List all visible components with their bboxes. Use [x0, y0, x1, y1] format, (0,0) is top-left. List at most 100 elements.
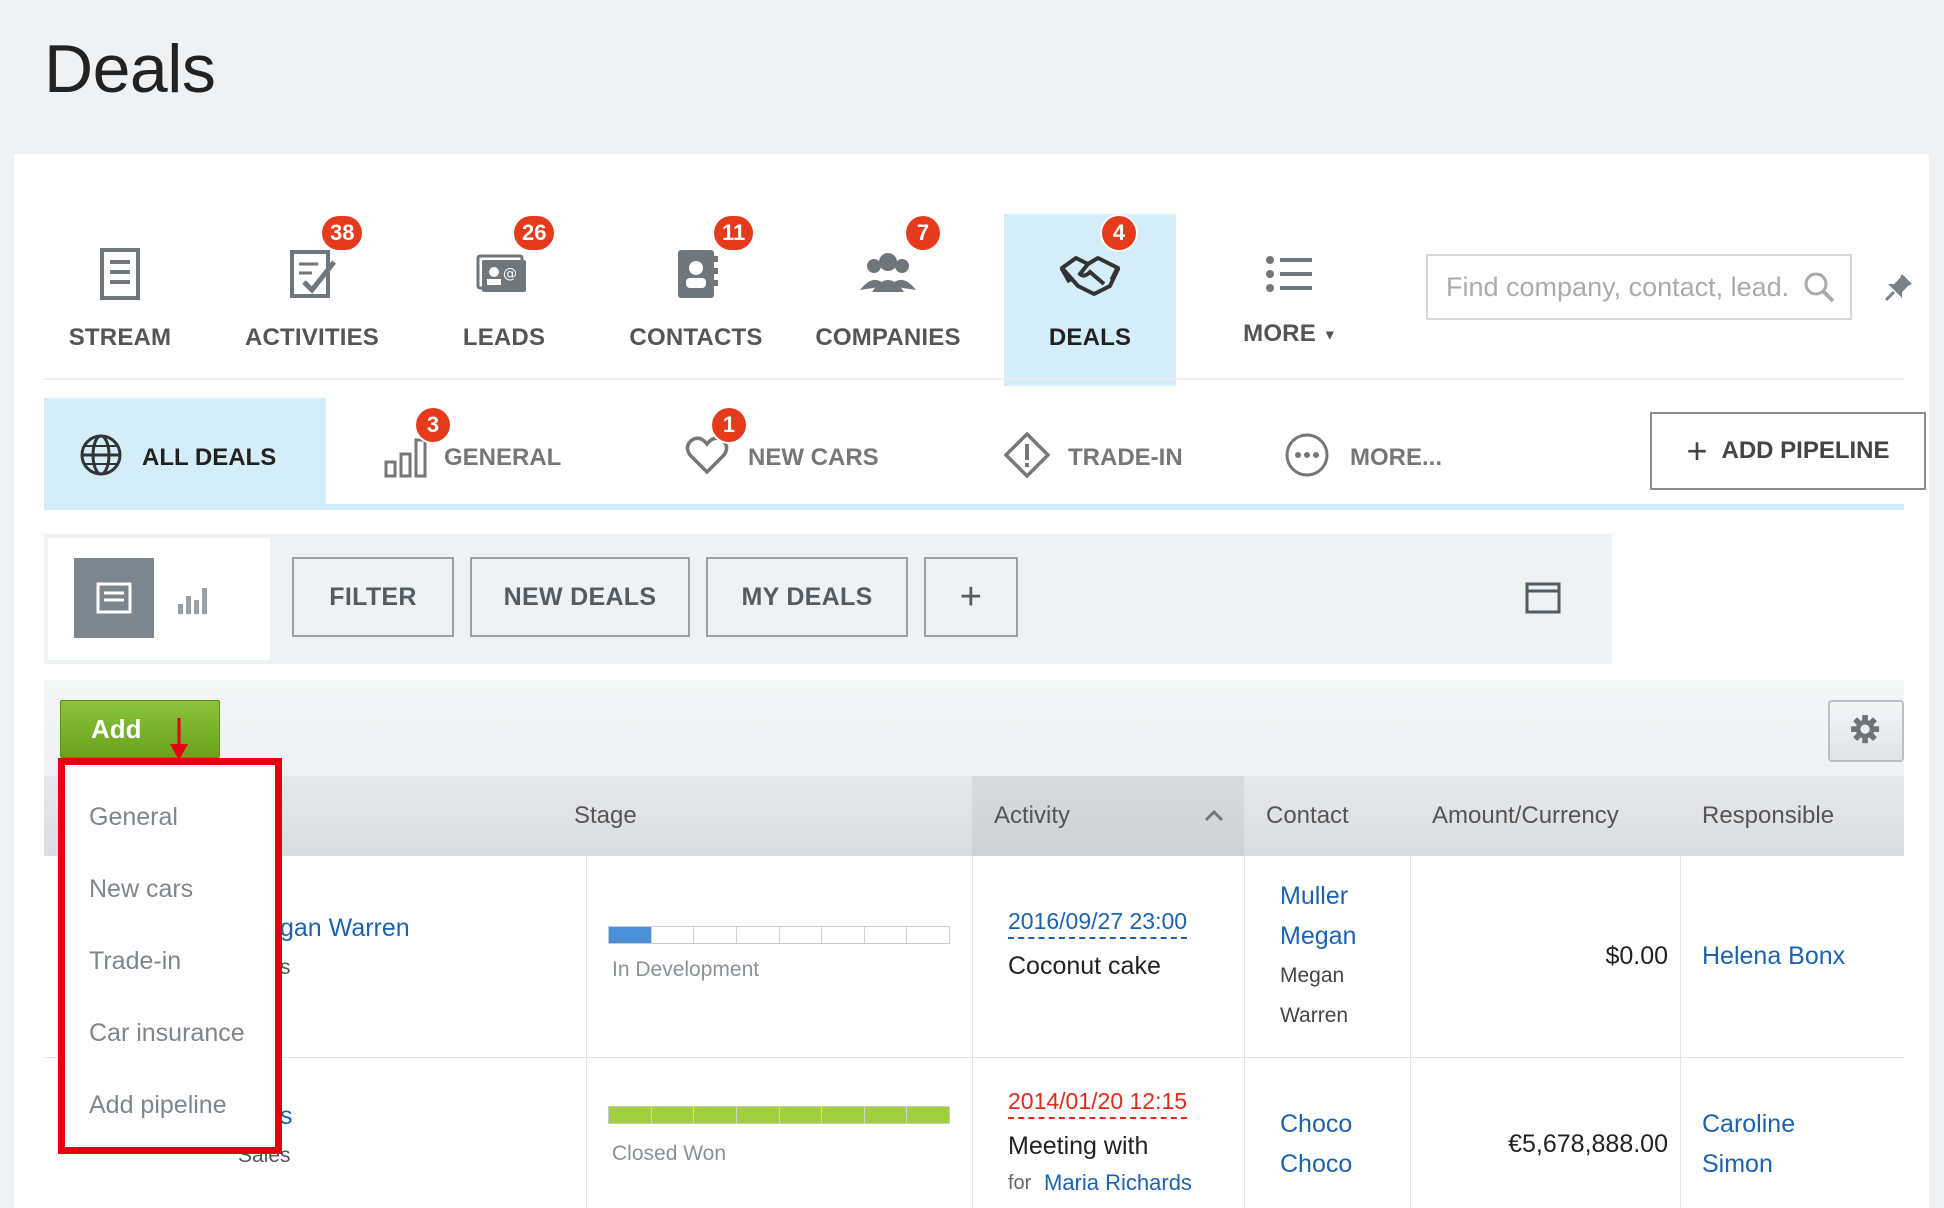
progress-segment	[694, 927, 737, 943]
table-row[interactable]: s Sales Closed Won 2014/01/20 12:15 Meet…	[44, 1058, 1904, 1208]
nav-label-stream: STREAM	[68, 324, 172, 351]
stage-progress-bar[interactable]	[608, 1106, 950, 1124]
deal-title-link[interactable]: gan Warren	[280, 914, 410, 943]
new-deals-filter-button[interactable]: NEW DEALS	[470, 557, 690, 637]
view-switcher	[48, 538, 270, 660]
contacts-icon	[678, 250, 718, 298]
column-header-activity[interactable]: Activity	[972, 776, 1244, 856]
column-header-contact[interactable]: Contact	[1266, 776, 1349, 856]
progress-segment	[822, 927, 865, 943]
progress-segment	[651, 1107, 695, 1123]
nav-item-leads[interactable]: @ 26 LEADS	[418, 214, 590, 386]
pin-icon[interactable]	[1882, 270, 1916, 304]
menu-item-new-cars[interactable]: New cars	[89, 875, 193, 904]
activity-title[interactable]: Meeting with	[1008, 1132, 1148, 1161]
progress-segment	[694, 1107, 737, 1123]
tab-general[interactable]: 3 GENERAL	[384, 398, 584, 504]
nav-divider	[44, 378, 1904, 380]
cell-separator	[1244, 856, 1245, 1057]
nav-label-deals: DEALS	[1048, 324, 1132, 351]
menu-item-car-insurance[interactable]: Car insurance	[89, 1019, 245, 1048]
table-row[interactable]: gan Warren s In Development 2016/09/27 2…	[44, 856, 1904, 1058]
stage-label: Closed Won	[612, 1142, 727, 1165]
contacts-badge: 11	[714, 216, 754, 250]
gear-icon	[1851, 715, 1880, 744]
grid-settings-button[interactable]	[1828, 700, 1904, 762]
handshake-icon	[1059, 256, 1121, 296]
stage-progress-bar[interactable]	[608, 926, 950, 944]
progress-segment	[864, 1107, 908, 1123]
menu-item-general[interactable]: General	[89, 803, 178, 832]
chart-view-icon	[178, 588, 207, 614]
column-header-responsible[interactable]: Responsible	[1702, 776, 1834, 856]
contact-link[interactable]: Choco	[1280, 1110, 1352, 1139]
add-pipeline-button[interactable]: + ADD PIPELINE	[1650, 412, 1926, 490]
responsible-link[interactable]: Helena Bonx	[1702, 942, 1845, 971]
window-layout-icon[interactable]	[1524, 580, 1562, 616]
contact-company-line2: Warren	[1280, 1004, 1349, 1027]
page-title: Deals	[44, 31, 216, 107]
filter-button[interactable]: FILTER	[292, 557, 454, 637]
column-header-activity-label: Activity	[994, 802, 1071, 829]
nav-item-stream[interactable]: STREAM	[34, 214, 206, 386]
activity-title[interactable]: Coconut cake	[1008, 952, 1161, 981]
cell-separator	[586, 856, 587, 1057]
nav-item-more[interactable]: MORE ▼	[1204, 214, 1376, 386]
tab-new-cars[interactable]: 1 NEW CARS	[684, 398, 904, 504]
tabs-underline	[44, 504, 1904, 510]
activities-badge: 38	[322, 216, 363, 250]
activity-date-link[interactable]: 2016/09/27 23:00	[1008, 908, 1188, 939]
contact-link-line2[interactable]: Choco	[1280, 1150, 1352, 1179]
cell-separator	[1680, 856, 1681, 1057]
arrow-down-icon	[170, 718, 188, 760]
chart-view-button[interactable]	[154, 558, 234, 638]
add-pipeline-label: ADD PIPELINE	[1721, 437, 1890, 464]
progress-segment	[736, 1107, 780, 1123]
search-box[interactable]	[1426, 254, 1852, 320]
nav-item-contacts[interactable]: 11 CONTACTS	[610, 214, 782, 386]
list-view-icon	[96, 582, 132, 614]
nav-label-activities: ACTIVITIES	[244, 324, 379, 351]
contact-link-line2[interactable]: Megan	[1280, 922, 1356, 951]
add-deal-button[interactable]: Add	[60, 700, 220, 758]
stage-label: In Development	[612, 958, 760, 981]
tab-all-deals[interactable]: ALL DEALS	[44, 398, 326, 504]
tab-label-general: GENERAL	[444, 444, 562, 471]
menu-item-add-pipeline[interactable]: Add pipeline	[89, 1091, 227, 1120]
nav-item-deals[interactable]: 4 DEALS	[1004, 214, 1176, 386]
column-header-stage[interactable]: Stage	[574, 776, 637, 856]
general-badge: 3	[416, 408, 450, 442]
search-icon[interactable]	[1802, 270, 1836, 304]
progress-segment	[780, 927, 823, 943]
list-view-button[interactable]	[74, 558, 154, 638]
tab-label-all-deals: ALL DEALS	[142, 444, 277, 471]
cell-separator	[972, 1058, 973, 1208]
cell-separator	[1680, 1058, 1681, 1208]
activity-person-link[interactable]: Maria Richards	[1044, 1170, 1192, 1196]
plus-icon: +	[1686, 430, 1708, 471]
nav-label-leads: LEADS	[462, 324, 546, 351]
cell-separator	[1244, 1058, 1245, 1208]
grid-toolbar: Add	[44, 680, 1904, 776]
deal-amount: €5,678,888.00	[1508, 1130, 1668, 1158]
tab-label-new-cars: NEW CARS	[748, 444, 879, 471]
leads-badge: 26	[514, 216, 555, 250]
menu-item-trade-in[interactable]: Trade-in	[89, 947, 181, 976]
cell-separator	[1410, 856, 1411, 1057]
activity-date-overdue[interactable]: 2014/01/20 12:15	[1008, 1088, 1188, 1119]
nav-item-activities[interactable]: 38 ACTIVITIES	[226, 214, 398, 386]
contact-link[interactable]: Muller	[1280, 882, 1348, 911]
responsible-link[interactable]: Caroline	[1702, 1110, 1795, 1139]
crm-panel: STREAM 38 ACTIVITIES @ 26 LEADS 11 CONTA…	[14, 154, 1929, 1208]
tab-trade-in[interactable]: TRADE-IN	[1004, 398, 1204, 504]
column-header-amount[interactable]: Amount/Currency	[1432, 776, 1619, 856]
add-filter-button[interactable]: +	[924, 557, 1018, 637]
my-deals-filter-button[interactable]: MY DEALS	[706, 557, 908, 637]
cell-separator	[586, 1058, 587, 1208]
nav-item-companies[interactable]: 7 COMPANIES	[802, 214, 974, 386]
progress-segment	[865, 927, 908, 943]
search-input[interactable]	[1428, 256, 1788, 318]
progress-segment	[907, 1107, 949, 1123]
tab-more[interactable]: MORE...	[1284, 398, 1484, 504]
responsible-link-line2[interactable]: Simon	[1702, 1150, 1773, 1179]
